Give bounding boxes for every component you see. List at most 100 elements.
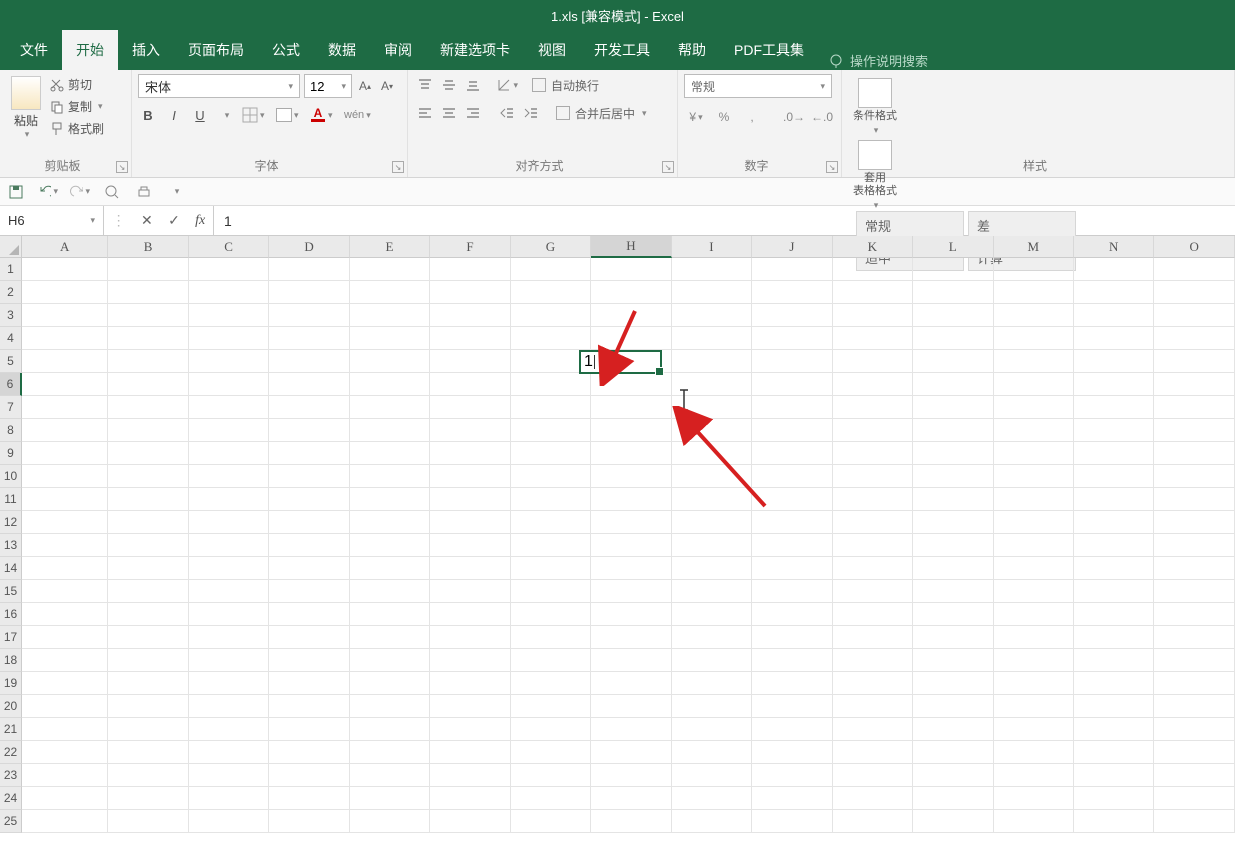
cell[interactable]	[591, 603, 671, 626]
cell[interactable]	[189, 373, 269, 396]
clipboard-launcher[interactable]: ↘	[116, 161, 128, 173]
cell[interactable]	[511, 281, 591, 304]
cell[interactable]	[350, 534, 430, 557]
cell[interactable]	[1154, 258, 1234, 281]
cell[interactable]	[672, 534, 752, 557]
cell[interactable]	[511, 695, 591, 718]
cell[interactable]	[913, 580, 993, 603]
ribbon-tab-数据[interactable]: 数据	[314, 30, 370, 70]
cell[interactable]	[833, 465, 913, 488]
format-painter-button[interactable]: 格式刷	[50, 120, 104, 137]
cell[interactable]	[511, 511, 591, 534]
cell[interactable]	[913, 649, 993, 672]
cell[interactable]	[269, 764, 349, 787]
cell[interactable]	[350, 810, 430, 833]
wrap-text-button[interactable]: 自动换行	[532, 77, 599, 94]
cell[interactable]	[913, 327, 993, 350]
cell[interactable]	[108, 419, 188, 442]
cell[interactable]	[994, 810, 1074, 833]
cell[interactable]	[269, 281, 349, 304]
cell[interactable]	[269, 258, 349, 281]
cell[interactable]	[1074, 258, 1154, 281]
cell[interactable]	[591, 787, 671, 810]
cell[interactable]	[269, 672, 349, 695]
cell[interactable]	[672, 626, 752, 649]
cell[interactable]	[22, 419, 108, 442]
cell[interactable]	[1154, 649, 1234, 672]
cell[interactable]	[752, 764, 832, 787]
cell[interactable]	[591, 626, 671, 649]
cell[interactable]	[350, 488, 430, 511]
cell[interactable]	[994, 603, 1074, 626]
cell[interactable]	[189, 511, 269, 534]
paste-button[interactable]: 粘贴 ▾	[6, 74, 46, 140]
select-all-corner[interactable]	[0, 236, 22, 258]
cell[interactable]	[22, 396, 108, 419]
cell[interactable]	[1154, 304, 1234, 327]
cell[interactable]	[430, 442, 510, 465]
cell[interactable]	[108, 810, 188, 833]
cell[interactable]	[430, 810, 510, 833]
cell[interactable]	[672, 304, 752, 327]
cell[interactable]	[22, 281, 108, 304]
row-header-4[interactable]: 4	[0, 327, 22, 350]
cell[interactable]	[833, 672, 913, 695]
cell[interactable]	[511, 787, 591, 810]
fill-color-button[interactable]: ▾	[276, 108, 304, 122]
cell[interactable]	[1074, 810, 1154, 833]
cell[interactable]	[913, 258, 993, 281]
row-header-3[interactable]: 3	[0, 304, 22, 327]
ribbon-tab-帮助[interactable]: 帮助	[664, 30, 720, 70]
cell[interactable]	[108, 626, 188, 649]
cell[interactable]	[430, 304, 510, 327]
cell[interactable]	[913, 488, 993, 511]
cell[interactable]	[752, 373, 832, 396]
cell[interactable]	[350, 373, 430, 396]
cell[interactable]	[350, 327, 430, 350]
cell[interactable]	[189, 672, 269, 695]
row-header-1[interactable]: 1	[0, 258, 22, 281]
ribbon-tab-公式[interactable]: 公式	[258, 30, 314, 70]
cell[interactable]	[430, 695, 510, 718]
cell[interactable]	[350, 511, 430, 534]
cell[interactable]	[994, 787, 1074, 810]
cell[interactable]	[1074, 672, 1154, 695]
cell[interactable]	[1154, 672, 1234, 695]
cell[interactable]	[672, 511, 752, 534]
ribbon-tab-开始[interactable]: 开始	[62, 30, 118, 70]
row-header-6[interactable]: 6	[0, 373, 22, 396]
cell[interactable]	[833, 350, 913, 373]
cell[interactable]	[672, 741, 752, 764]
cell[interactable]	[752, 787, 832, 810]
qat-more-button[interactable]: ▾	[166, 182, 186, 202]
cell[interactable]	[994, 419, 1074, 442]
cell[interactable]	[189, 281, 269, 304]
cell[interactable]	[913, 304, 993, 327]
cell[interactable]	[913, 442, 993, 465]
cell[interactable]	[752, 442, 832, 465]
cell[interactable]	[994, 396, 1074, 419]
column-header-F[interactable]: F	[430, 236, 510, 258]
cell[interactable]	[752, 557, 832, 580]
cell[interactable]	[108, 304, 188, 327]
font-color-button[interactable]: A▾	[310, 108, 338, 122]
cell[interactable]	[833, 396, 913, 419]
cell[interactable]	[511, 465, 591, 488]
cell[interactable]	[430, 373, 510, 396]
cell[interactable]	[511, 557, 591, 580]
cell[interactable]	[591, 741, 671, 764]
cell[interactable]	[752, 718, 832, 741]
cell[interactable]	[994, 580, 1074, 603]
column-header-C[interactable]: C	[189, 236, 269, 258]
cell[interactable]	[913, 718, 993, 741]
cell[interactable]	[108, 511, 188, 534]
cell[interactable]	[108, 718, 188, 741]
cell[interactable]	[430, 603, 510, 626]
cell[interactable]	[994, 649, 1074, 672]
cell[interactable]	[833, 787, 913, 810]
cell[interactable]	[269, 350, 349, 373]
cell[interactable]	[511, 764, 591, 787]
cell[interactable]	[189, 718, 269, 741]
cell[interactable]	[189, 649, 269, 672]
cell[interactable]	[511, 258, 591, 281]
